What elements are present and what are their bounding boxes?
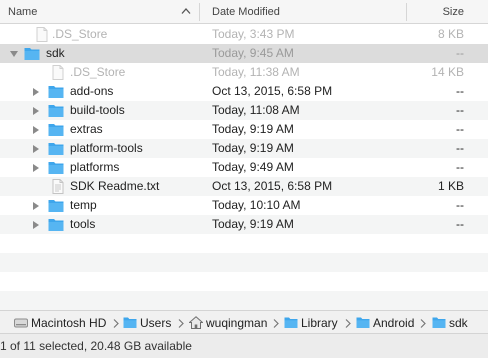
folder-icon — [123, 317, 137, 328]
file-name: .DS_Store — [52, 27, 108, 41]
empty-row — [0, 291, 488, 310]
disclosure-closed-icon[interactable] — [32, 221, 40, 229]
file-size: -- — [456, 141, 464, 155]
chevron-right-icon — [345, 319, 351, 328]
disclosure-open-icon[interactable] — [10, 50, 18, 58]
sort-ascending-icon[interactable] — [181, 7, 191, 15]
table-row[interactable]: add-ons Oct 13, 2015, 6:58 PM -- — [0, 82, 488, 101]
file-name: SDK Readme.txt — [70, 179, 160, 193]
table-row[interactable]: platforms Today, 9:49 AM -- — [0, 158, 488, 177]
file-date: Today, 9:45 AM — [212, 46, 294, 60]
file-name: temp — [70, 198, 97, 212]
table-row[interactable]: .DS_Store Today, 3:43 PM 8 KB — [0, 25, 488, 44]
column-name-header[interactable]: Name — [8, 0, 198, 24]
path-bar: Macintosh HD Users wuqingman Library And… — [0, 310, 488, 334]
file-name: sdk — [46, 46, 65, 60]
column-divider[interactable] — [406, 3, 407, 21]
column-size-header[interactable]: Size — [443, 0, 464, 24]
folder-icon — [48, 124, 64, 136]
file-name: extras — [70, 122, 103, 136]
document-icon — [36, 27, 48, 42]
file-list: .DS_Store Today, 3:43 PM 8 KB sdk Today,… — [0, 25, 488, 310]
file-name: platform-tools — [70, 141, 143, 155]
hard-drive-icon — [14, 318, 28, 328]
folder-icon — [48, 105, 64, 117]
path-item-android[interactable]: Android — [373, 311, 414, 335]
disclosure-closed-icon[interactable] — [32, 126, 40, 134]
file-size: -- — [456, 103, 464, 117]
table-row[interactable]: .DS_Store Today, 11:38 AM 14 KB — [0, 63, 488, 82]
document-icon — [52, 65, 64, 80]
disclosure-closed-icon[interactable] — [32, 145, 40, 153]
file-date: Today, 9:19 AM — [212, 217, 294, 231]
file-name: add-ons — [70, 84, 114, 98]
file-date: Today, 11:08 AM — [212, 103, 300, 117]
status-bar: 1 of 11 selected, 20.48 GB available — [0, 334, 488, 358]
path-item-wuqingman[interactable]: wuqingman — [206, 311, 267, 335]
file-size: -- — [456, 217, 464, 231]
chevron-right-icon — [113, 319, 119, 328]
column-header: Name Date Modified Size — [0, 0, 488, 24]
file-name: platforms — [70, 160, 120, 174]
folder-icon — [48, 143, 64, 155]
file-name: tools — [70, 217, 96, 231]
file-date: Today, 9:49 AM — [212, 160, 294, 174]
file-size: -- — [456, 160, 464, 174]
file-date: Today, 9:19 AM — [212, 141, 294, 155]
file-date: Today, 3:43 PM — [212, 27, 295, 41]
path-item-macintosh-hd[interactable]: Macintosh HD — [31, 311, 106, 335]
empty-row — [0, 272, 488, 291]
chevron-right-icon — [273, 319, 279, 328]
column-date-header[interactable]: Date Modified — [212, 0, 280, 24]
path-item-users[interactable]: Users — [140, 311, 171, 335]
file-name: .DS_Store — [70, 65, 126, 79]
home-icon — [189, 316, 203, 329]
folder-icon — [48, 86, 64, 98]
table-row[interactable]: extras Today, 9:19 AM -- — [0, 120, 488, 139]
chevron-right-icon — [178, 319, 184, 328]
file-size: 8 KB — [437, 27, 464, 41]
file-date: Oct 13, 2015, 6:58 PM — [212, 84, 333, 98]
folder-icon — [48, 219, 64, 231]
table-row[interactable]: temp Today, 10:10 AM -- — [0, 196, 488, 215]
table-row[interactable]: SDK Readme.txt Oct 13, 2015, 6:58 PM 1 K… — [0, 177, 488, 196]
chevron-right-icon — [420, 319, 426, 328]
file-size: 1 KB — [437, 179, 464, 193]
path-item-sdk[interactable]: sdk — [449, 311, 468, 335]
folder-icon — [48, 162, 64, 174]
folder-icon — [432, 317, 446, 328]
empty-row — [0, 234, 488, 253]
path-item-library[interactable]: Library — [301, 311, 338, 335]
file-date: Today, 11:38 AM — [212, 65, 300, 79]
text-document-icon — [52, 179, 64, 194]
folder-icon — [284, 317, 298, 328]
disclosure-closed-icon[interactable] — [32, 164, 40, 172]
disclosure-closed-icon[interactable] — [32, 88, 40, 96]
file-size: -- — [456, 46, 464, 60]
table-row[interactable]: build-tools Today, 11:08 AM -- — [0, 101, 488, 120]
empty-row — [0, 253, 488, 272]
folder-icon — [24, 48, 40, 60]
file-date: Oct 13, 2015, 6:58 PM — [212, 179, 333, 193]
file-size: -- — [456, 122, 464, 136]
file-size: -- — [456, 198, 464, 212]
file-size: 14 KB — [431, 65, 464, 79]
disclosure-closed-icon[interactable] — [32, 202, 40, 210]
table-row[interactable]: platform-tools Today, 9:19 AM -- — [0, 139, 488, 158]
table-row[interactable]: sdk Today, 9:45 AM -- — [0, 44, 488, 63]
file-name: build-tools — [70, 103, 125, 117]
status-text: 1 of 11 selected, 20.48 GB available — [0, 339, 192, 353]
column-divider[interactable] — [199, 3, 200, 21]
file-date: Today, 9:19 AM — [212, 122, 294, 136]
folder-icon — [356, 317, 370, 328]
file-date: Today, 10:10 AM — [212, 198, 301, 212]
file-size: -- — [456, 84, 464, 98]
table-row[interactable]: tools Today, 9:19 AM -- — [0, 215, 488, 234]
disclosure-closed-icon[interactable] — [32, 107, 40, 115]
folder-icon — [48, 200, 64, 212]
